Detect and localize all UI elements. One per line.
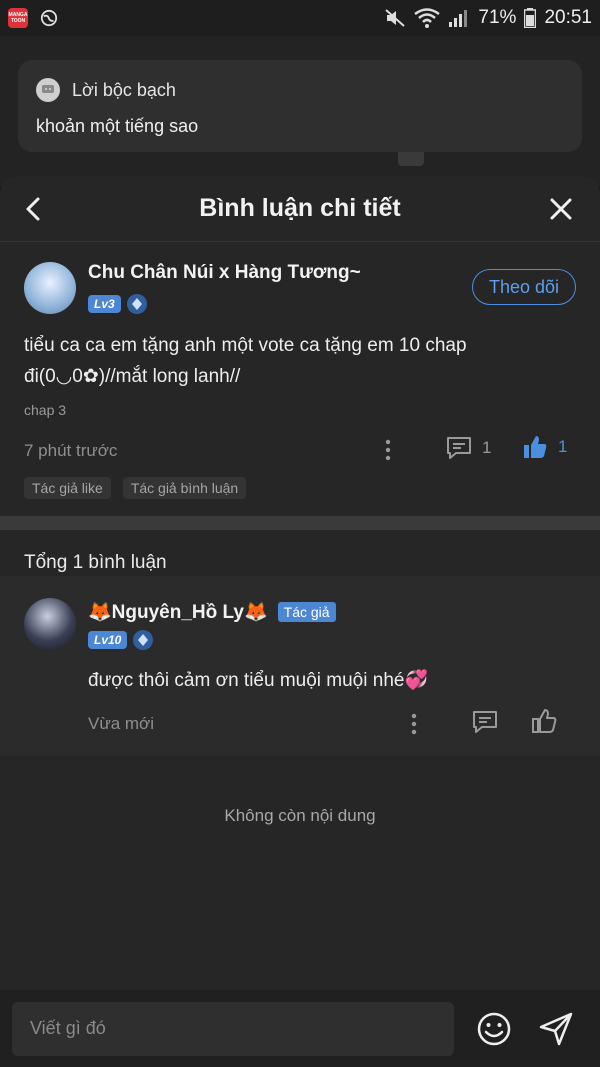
user-badges: Lv3 bbox=[88, 294, 147, 314]
thumbs-up-icon bbox=[524, 436, 547, 458]
comment-icon bbox=[447, 437, 471, 459]
medal-icon bbox=[126, 294, 147, 314]
level-badge: Lv3 bbox=[88, 295, 121, 313]
like-count: 1 bbox=[558, 437, 568, 456]
globe-icon bbox=[40, 9, 58, 27]
battery-icon bbox=[524, 8, 537, 28]
avatar[interactable] bbox=[24, 598, 76, 650]
follow-button[interactable]: Theo dõi bbox=[472, 269, 576, 305]
mute-icon bbox=[385, 9, 406, 27]
mangatoon-app-icon: MANGA TOON bbox=[8, 8, 28, 28]
total-comments-label: Tổng 1 bình luận bbox=[24, 552, 167, 573]
emoji-icon[interactable] bbox=[475, 1010, 513, 1048]
sheet-content: Chu Chân Núi x Hàng Tương~ Lv3 Theo dõi … bbox=[0, 176, 600, 1067]
message-icon bbox=[36, 78, 60, 102]
comment-time: 7 phút trước bbox=[24, 441, 118, 460]
reply-time: Vừa mới bbox=[88, 714, 154, 733]
thumbs-up-icon[interactable] bbox=[531, 708, 557, 734]
reply-count-button[interactable]: 1 bbox=[446, 436, 491, 460]
author-badge: Tác giả bbox=[277, 602, 336, 622]
tag-author-commented: Tác giả bình luận bbox=[122, 477, 247, 499]
section-divider bbox=[0, 516, 600, 530]
clock: 20:51 bbox=[544, 7, 592, 28]
comment-icon[interactable] bbox=[472, 710, 498, 734]
reply-item: 🦊Nguyên_Hồ Ly🦊 Tác giả Lv10 được thôi cả… bbox=[0, 576, 600, 756]
level-badge: Lv10 bbox=[88, 631, 128, 649]
signal-icon bbox=[449, 10, 468, 27]
reply-count: 1 bbox=[482, 438, 492, 457]
comment-username[interactable]: Chu Chân Núi x Hàng Tương~ bbox=[88, 262, 361, 284]
reply-username-row: 🦊Nguyên_Hồ Ly🦊 Tác giả bbox=[88, 600, 336, 624]
user-badges: Lv10 bbox=[88, 630, 154, 650]
wifi-icon bbox=[414, 8, 441, 28]
notification-toast[interactable]: Lời bộc bạch khoản một tiếng sao bbox=[18, 60, 582, 152]
reply-username[interactable]: 🦊Nguyên_Hồ Ly🦊 bbox=[88, 600, 268, 624]
avatar[interactable] bbox=[24, 262, 76, 314]
more-options-icon[interactable] bbox=[384, 438, 392, 462]
chapter-label[interactable]: chap 3 bbox=[24, 402, 66, 418]
more-options-icon[interactable] bbox=[410, 712, 418, 736]
status-bar: MANGA TOON 71% 20:51 bbox=[0, 0, 600, 36]
notification-app-name: Lời bộc bạch bbox=[72, 79, 176, 100]
comment-input[interactable] bbox=[12, 1001, 454, 1056]
comment-input-bar bbox=[0, 990, 600, 1067]
comment-tags: Tác giả like Tác giả bình luận bbox=[24, 477, 247, 499]
notification-message: khoản một tiếng sao bbox=[36, 116, 199, 136]
reply-text: được thôi cảm ơn tiểu muội muội nhé💞 bbox=[88, 670, 429, 691]
end-of-list-label: Không còn nội dung bbox=[224, 806, 376, 825]
send-icon[interactable] bbox=[537, 1010, 575, 1048]
tag-author-like: Tác giả like bbox=[24, 477, 111, 499]
comment-text: tiểu ca ca em tặng anh một vote ca tặng … bbox=[24, 335, 467, 387]
like-button[interactable]: 1 bbox=[522, 434, 567, 460]
medal-icon bbox=[133, 630, 154, 650]
battery-percent: 71% bbox=[478, 7, 517, 28]
